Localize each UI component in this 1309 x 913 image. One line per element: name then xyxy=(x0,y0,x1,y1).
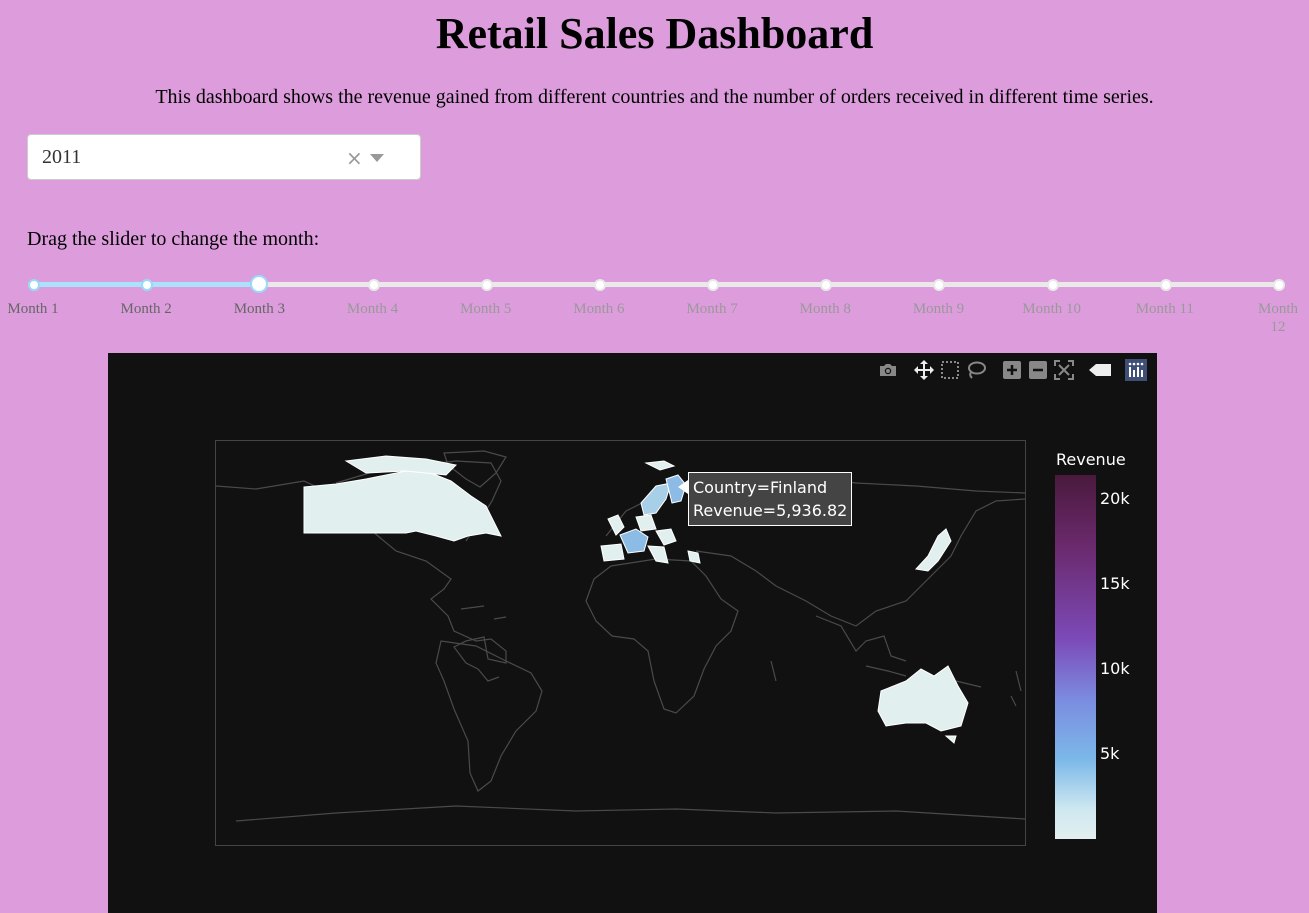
slider-dot[interactable] xyxy=(480,279,493,291)
slider-mark-label[interactable]: Month 7 xyxy=(677,300,747,318)
page-title: Retail Sales Dashboard xyxy=(435,9,874,58)
tooltip-revenue: Revenue=5,936.82 xyxy=(693,501,848,520)
zoom-in-icon[interactable] xyxy=(999,359,1025,381)
world-map[interactable] xyxy=(215,441,1026,845)
camera-icon[interactable] xyxy=(875,359,901,381)
zoom-out-icon[interactable] xyxy=(1025,359,1051,381)
reset-icon[interactable] xyxy=(1087,359,1113,381)
pan-icon[interactable] xyxy=(911,359,937,381)
tooltip-arrow xyxy=(678,480,688,494)
slider-mark-label[interactable]: Month 3 xyxy=(224,300,294,318)
colorbar xyxy=(1055,475,1096,839)
slider-mark-label[interactable]: Month 2 xyxy=(111,300,181,318)
colorbar-tick: 20k xyxy=(1100,489,1130,508)
map-frame xyxy=(215,440,1026,846)
slider-dot[interactable] xyxy=(593,279,606,291)
month-slider[interactable]: Month 1 Month 2 Month 3 Month 4 Month 5 Month… xyxy=(0,270,1309,350)
colorbar-tick: 15k xyxy=(1100,574,1130,593)
chevron-down-icon[interactable] xyxy=(370,154,384,162)
slider-mark-label[interactable]: Month 1 xyxy=(0,300,68,318)
year-dropdown[interactable]: 2011 × xyxy=(27,134,421,180)
hover-tooltip: Country=Finland Revenue=5,936.82 xyxy=(688,472,853,526)
page-description: This dashboard shows the revenue gained … xyxy=(155,86,1154,108)
slider-mark-label[interactable]: Month 5 xyxy=(451,300,521,318)
slider-mark-label[interactable]: Month 4 xyxy=(338,300,408,318)
slider-dot[interactable] xyxy=(933,279,946,291)
clear-icon[interactable]: × xyxy=(346,146,363,170)
colorbar-tick: 10k xyxy=(1100,659,1130,678)
choropleth-map[interactable]: Revenue 20k 15k 10k 5k Country=Finland R… xyxy=(108,353,1157,913)
slider-dot[interactable] xyxy=(1046,279,1059,291)
slider-mark-label[interactable]: Month 12 xyxy=(1253,300,1303,336)
plotly-logo-icon[interactable] xyxy=(1123,359,1149,381)
tooltip-country: Country=Finland xyxy=(693,478,828,497)
slider-dot[interactable] xyxy=(141,279,154,291)
year-dropdown-value: 2011 xyxy=(42,146,82,168)
slider-handle[interactable] xyxy=(250,275,269,293)
slider-dot[interactable] xyxy=(1273,279,1285,291)
slider-label: Drag the slider to change the month: xyxy=(27,228,320,250)
colorbar-tick: 5k xyxy=(1100,744,1120,763)
slider-dot[interactable] xyxy=(820,279,833,291)
slider-mark-label[interactable]: Month 9 xyxy=(903,300,973,318)
lasso-icon[interactable] xyxy=(963,359,989,381)
slider-dot[interactable] xyxy=(1159,279,1172,291)
slider-mark-label[interactable]: Month 11 xyxy=(1130,300,1200,318)
modebar xyxy=(875,359,1149,381)
slider-mark-label[interactable]: Month 6 xyxy=(564,300,634,318)
box-select-icon[interactable] xyxy=(937,359,963,381)
slider-dot[interactable] xyxy=(367,279,380,291)
autoscale-icon[interactable] xyxy=(1051,359,1077,381)
slider-mark-label[interactable]: Month 10 xyxy=(1017,300,1087,318)
colorbar-title: Revenue xyxy=(1056,450,1126,469)
slider-dot[interactable] xyxy=(28,279,40,291)
slider-dot[interactable] xyxy=(707,279,720,291)
slider-mark-label[interactable]: Month 8 xyxy=(790,300,860,318)
